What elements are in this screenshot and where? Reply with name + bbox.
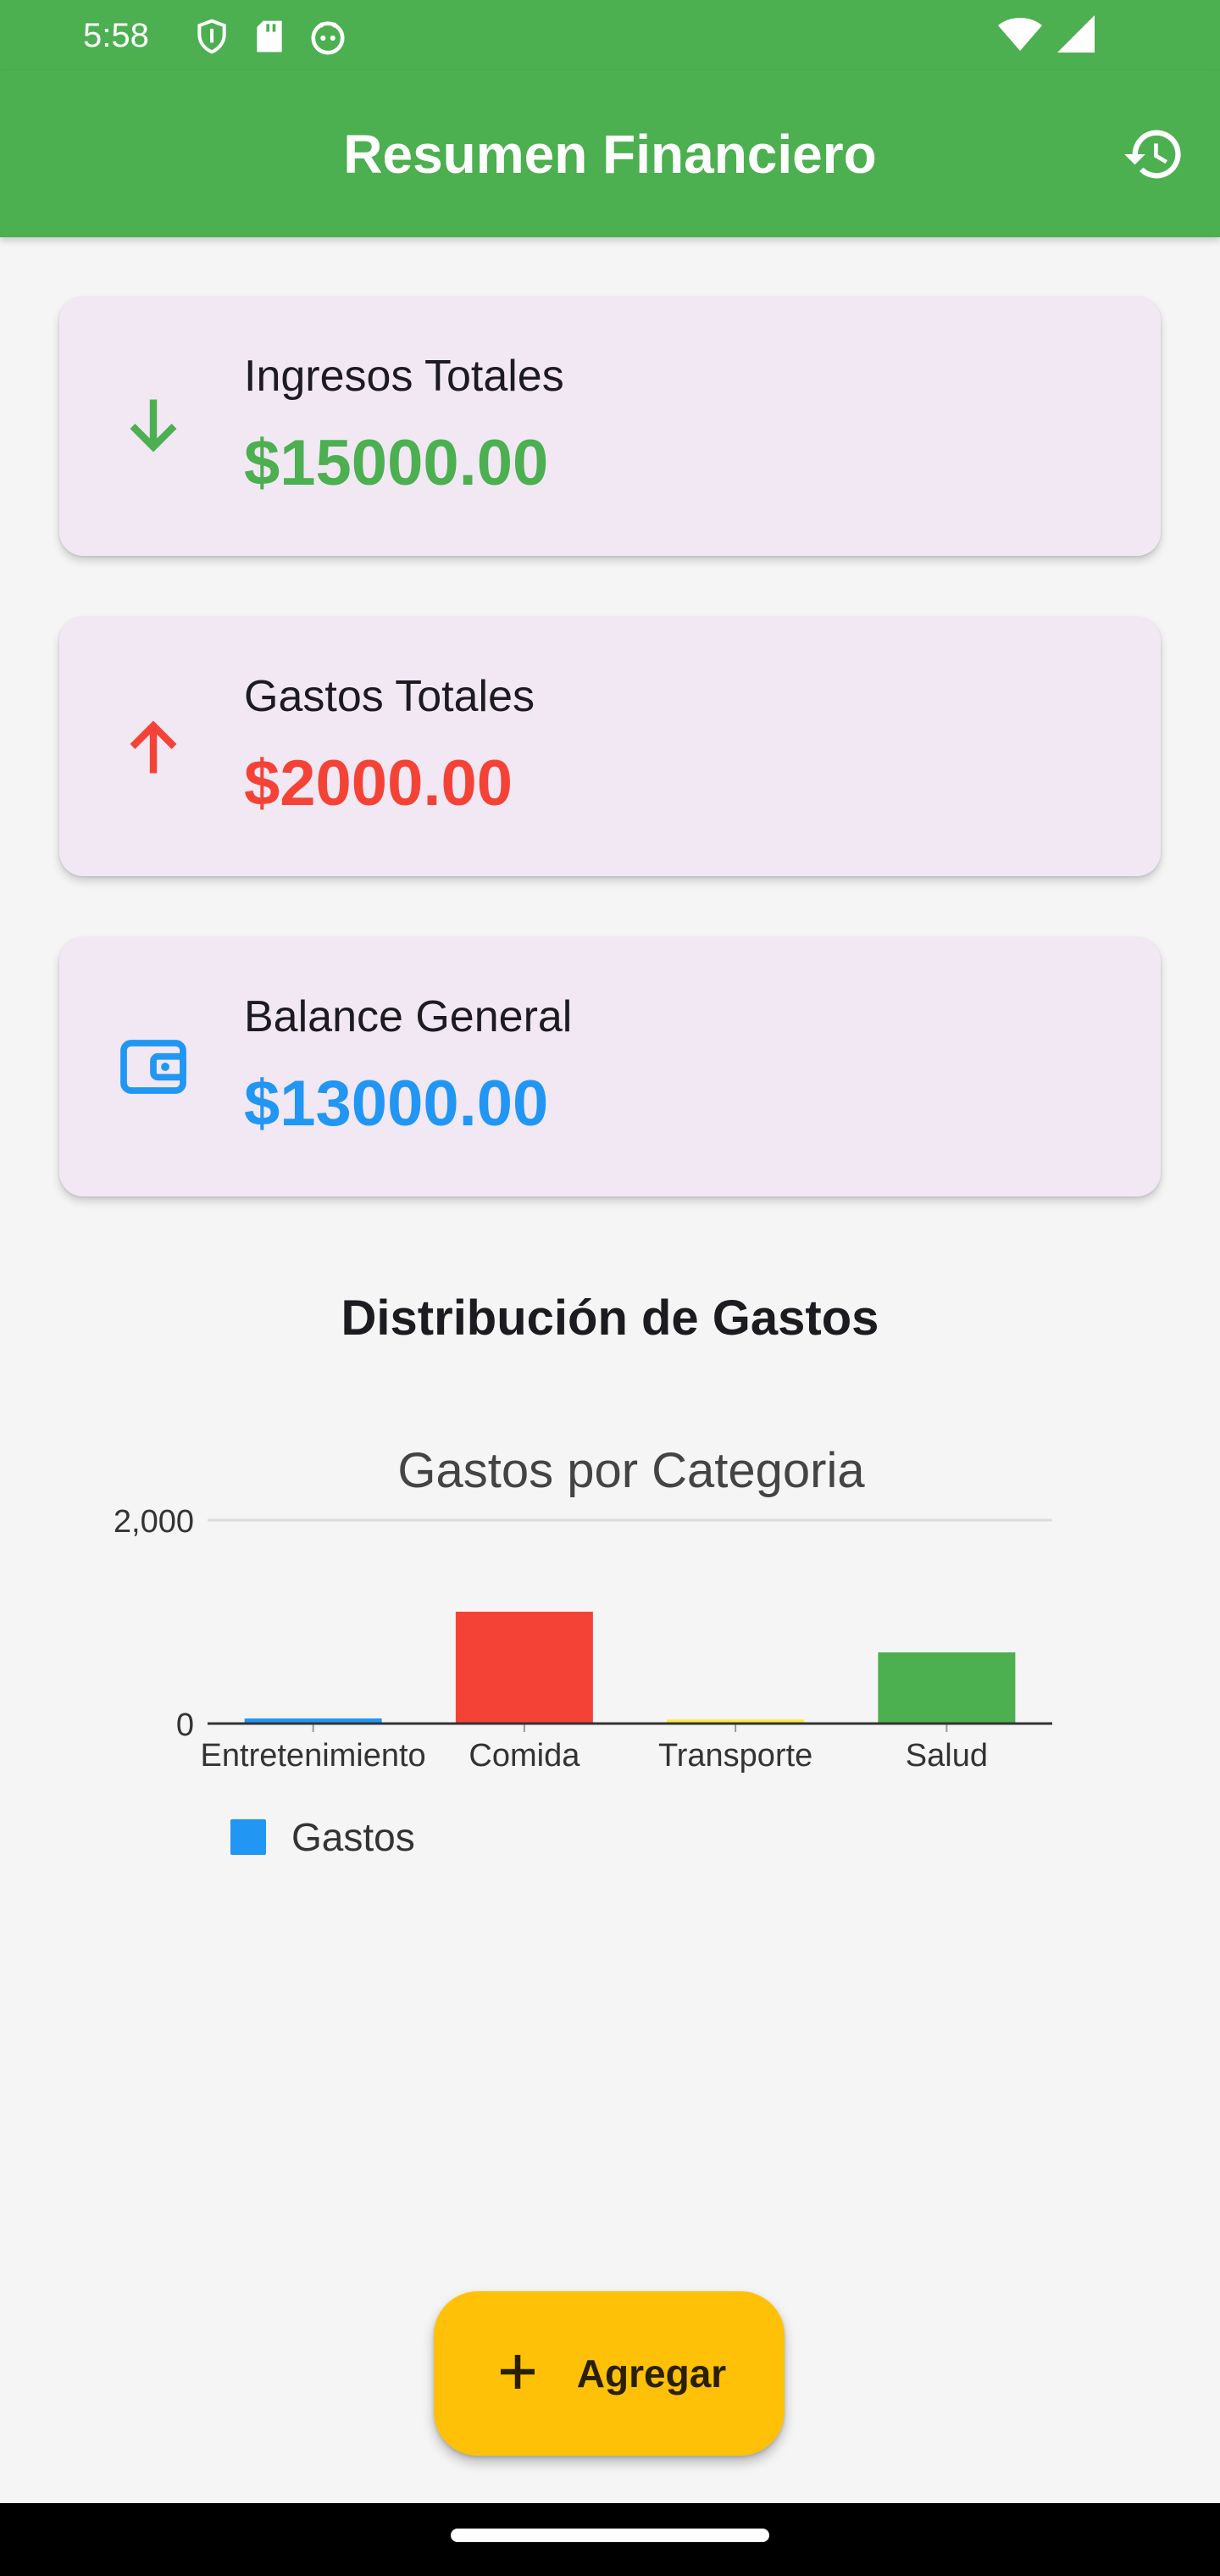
add-button-label: Agregar (576, 2351, 727, 2396)
history-button[interactable] (1118, 120, 1190, 192)
y-tick-label: 0 (176, 1707, 194, 1743)
x-tick-label: Transporte (658, 1738, 812, 1774)
wifi-icon (998, 15, 1042, 57)
status-icons-left (193, 17, 347, 60)
bar-comida (455, 1612, 593, 1724)
app-bar: Resumen Financiero (0, 71, 1220, 237)
navigation-bar (0, 2503, 1220, 2576)
legend-label: Gastos (291, 1815, 415, 1859)
shield-icon (193, 18, 230, 59)
history-icon (1122, 122, 1186, 191)
x-tick-label: Comida (469, 1738, 580, 1774)
legend-swatch (230, 1819, 266, 1855)
home-handle[interactable] (451, 2529, 769, 2542)
status-bar: 5:58 (0, 0, 1220, 71)
x-tick-label: Salud (906, 1738, 988, 1774)
expenses-card: Gastos Totales $2000.00 (59, 617, 1161, 876)
app-title: Resumen Financiero (343, 124, 877, 185)
y-tick-label: 2,000 (114, 1504, 194, 1540)
android-icon (308, 17, 347, 60)
x-tick-label: Entretenimiento (201, 1738, 426, 1774)
screen: 5:58 Resumen Financiero Ingresos Totales… (0, 0, 1220, 2576)
plus-icon (492, 2346, 543, 2401)
section-title: Distribución de Gastos (341, 1291, 879, 1346)
income-label: Ingresos Totales (244, 352, 564, 401)
add-button[interactable]: Agregar (434, 2291, 785, 2456)
wallet-icon (115, 1029, 191, 1105)
arrow-up-icon (115, 708, 191, 785)
arrow-down-icon (115, 388, 191, 464)
income-card: Ingresos Totales $15000.00 (59, 297, 1161, 556)
income-value: $15000.00 (244, 427, 549, 499)
expenses-value: $2000.00 (244, 747, 513, 819)
expenses-chart: Gastos por Categoria 0 2,000 Entretenimien… (0, 1424, 1220, 1898)
balance-value: $13000.00 (244, 1068, 549, 1140)
chart-plot: 0 2,000 Entretenimiento Comida Transporte Sal… (114, 1504, 1052, 1774)
cellular-signal-icon (1057, 15, 1095, 57)
balance-label: Balance General (244, 992, 573, 1041)
chart-legend: Gastos (230, 1813, 415, 1861)
balance-card: Balance General $13000.00 (59, 937, 1161, 1196)
sd-card-icon (252, 18, 286, 59)
expenses-label: Gastos Totales (244, 672, 535, 721)
bar-salud (878, 1652, 1016, 1724)
status-icons-right (998, 15, 1095, 57)
status-time: 5:58 (83, 17, 149, 54)
